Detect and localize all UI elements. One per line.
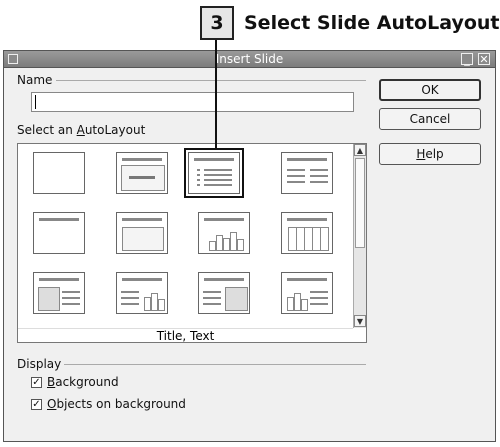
display-group-line [64,364,366,365]
step-number-box: 3 [200,6,234,40]
layout-title-text-chart[interactable] [116,272,168,314]
minimize-icon[interactable]: _ [461,53,473,65]
layout-title-chart[interactable] [198,212,250,254]
layout-title-text-clipart[interactable] [198,272,250,314]
display-label: Display [17,357,62,371]
help-accel: H [416,147,426,161]
name-input[interactable] [31,92,354,112]
background-label-rest: ackground [55,375,119,389]
autolayout-label-accel: A [76,123,85,137]
callout-connector-line [215,40,217,150]
scroll-down-icon[interactable]: ▼ [354,315,366,327]
ok-button[interactable]: OK [379,79,481,101]
objects-on-background-label[interactable]: Objects on background [47,397,186,411]
text-caret [35,95,36,109]
layout-title-table[interactable] [281,212,333,254]
step-title: Select Slide AutoLayout [244,12,500,34]
layout-scrollbar[interactable]: ▲ ▼ [353,144,366,328]
layout-title-content[interactable] [116,212,168,254]
help-button[interactable]: Help [379,143,481,165]
autolayout-label-suffix: utoLayout [84,123,146,137]
step-number: 3 [210,12,224,34]
background-checkbox[interactable]: ✓ [31,377,42,388]
autolayout-grid: ▲ ▼ Title, Text [17,143,367,343]
help-label-rest: elp [425,147,444,161]
layout-title-only[interactable] [116,152,168,194]
title-bar: Insert Slide _ ✕ [4,51,495,68]
objects-label-rest: bjects on background [56,397,186,411]
objects-on-background-checkbox[interactable]: ✓ [31,399,42,410]
layout-title-2col-text[interactable] [281,152,333,194]
name-label: Name [17,73,53,87]
layout-title-chart-text[interactable] [281,272,333,314]
background-accel: B [47,375,56,389]
cancel-button[interactable]: Cancel [379,108,481,130]
autolayout-label-prefix: Select an [17,123,77,137]
layout-title-text[interactable] [184,148,244,198]
scroll-thumb[interactable] [355,158,365,248]
layout-blank[interactable] [33,152,85,194]
insert-slide-dialog: Insert Slide _ ✕ Name Select an AutoLayo… [3,50,496,442]
autolayout-label: Select an AutoLayout [17,123,145,137]
dialog-title: Insert Slide [215,52,284,66]
name-group-line [56,80,366,81]
close-icon[interactable]: ✕ [478,53,490,65]
layout-title-only-line[interactable] [33,212,85,254]
background-label[interactable]: Background [47,375,119,389]
selected-layout-caption: Title, Text [18,328,353,343]
layout-title-clipart-text[interactable] [33,272,85,314]
scroll-up-icon[interactable]: ▲ [354,144,366,156]
